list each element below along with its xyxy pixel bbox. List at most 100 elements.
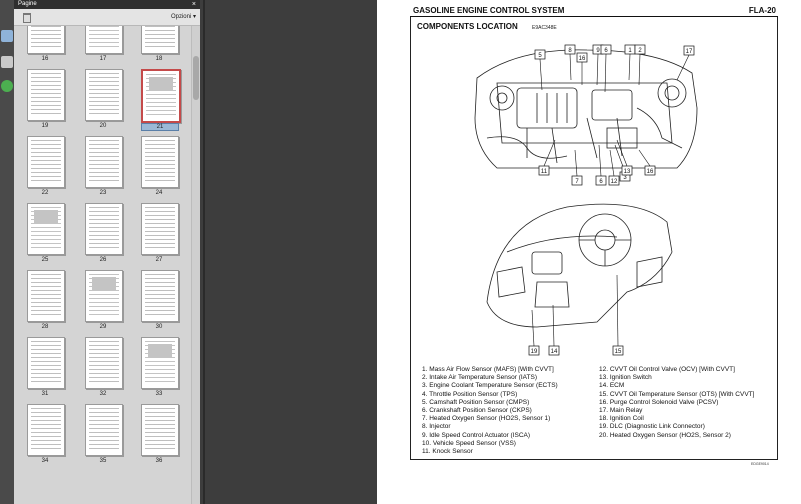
trash-icon[interactable]	[23, 13, 31, 23]
edit-icon[interactable]	[1, 56, 13, 68]
page-number[interactable]: 27	[141, 257, 177, 263]
page-code: FLA-20	[748, 6, 776, 15]
page-thumbnail[interactable]	[85, 69, 123, 121]
help-icon[interactable]	[1, 80, 13, 92]
thumbnail-preview	[145, 26, 175, 50]
page-number[interactable]: 35	[85, 458, 121, 464]
page-thumbnail[interactable]	[85, 203, 123, 255]
page-number[interactable]: 25	[27, 257, 63, 263]
legend-item: 11. Knock Sensor	[422, 448, 473, 456]
thumbnail-preview	[89, 140, 119, 184]
page-number[interactable]: 17	[85, 56, 121, 62]
thumbnail-preview	[31, 26, 61, 50]
thumbnail-preview	[89, 341, 119, 385]
page-number[interactable]: 24	[141, 190, 177, 196]
page-thumbnail[interactable]	[85, 270, 123, 322]
page-thumbnail[interactable]	[27, 203, 65, 255]
page-number[interactable]: 33	[141, 391, 177, 397]
legend-item: 9. Idle Speed Control Actuator (ISCA)	[422, 431, 531, 439]
close-icon[interactable]: ×	[192, 0, 196, 9]
page-number[interactable]: 29	[85, 324, 121, 330]
page-number[interactable]: 23	[85, 190, 121, 196]
legend-item: 19. DLC (Diagnostic Link Connector)	[599, 423, 705, 431]
legend-left: 1. Mass Air Flow Sensor (MAFS) [With CVV…	[422, 366, 558, 456]
header-title: GASOLINE ENGINE CONTROL SYSTEM	[413, 6, 565, 15]
page-thumbnail[interactable]	[27, 270, 65, 322]
page-thumbnail[interactable]	[27, 404, 65, 456]
page-number[interactable]: 26	[85, 257, 121, 263]
page-thumbnail[interactable]	[141, 270, 179, 322]
document-page: GASOLINE ENGINE CONTROL SYSTEM FLA-20 CO…	[377, 0, 801, 504]
page-number[interactable]: 16	[27, 56, 63, 62]
section-title: COMPONENTS LOCATION	[417, 22, 518, 31]
thumbnail-preview	[145, 140, 175, 184]
legend-item: 6. Crankshaft Position Sensor (CKPS)	[422, 407, 532, 415]
panel-title: Pagine	[18, 1, 37, 7]
page-number[interactable]: 21	[141, 123, 179, 131]
legend-item: 15. CVVT Oil Temperature Sensor (OTS) [W…	[599, 390, 755, 398]
navigation-toolbar	[0, 0, 15, 504]
legend-item: 18. Ignition Coil	[599, 415, 644, 423]
legend-item: 16. Purge Control Solenoid Valve (PCSV)	[599, 398, 719, 406]
thumbnail-preview	[31, 274, 61, 318]
legend-item: 4. Throttle Position Sensor (TPS)	[422, 390, 518, 398]
page-thumbnail[interactable]	[27, 26, 65, 54]
pages-icon[interactable]	[1, 30, 13, 42]
options-menu[interactable]: Opzioni ▾	[171, 13, 196, 20]
thumbnail-preview	[145, 274, 175, 318]
page-thumbnail[interactable]	[85, 136, 123, 188]
legend-item: 14. ECM	[599, 382, 625, 390]
page-thumbnail[interactable]	[27, 69, 65, 121]
page-thumbnail[interactable]	[27, 337, 65, 389]
page-thumbnail[interactable]	[141, 404, 179, 456]
page-number[interactable]: 34	[27, 458, 63, 464]
page-number[interactable]: 31	[27, 391, 63, 397]
thumbnail-preview	[89, 274, 119, 318]
thumbnail-preview	[31, 341, 61, 385]
page-number[interactable]: 20	[85, 123, 121, 129]
section-code: E9AC348E	[532, 25, 557, 31]
page-thumbnail[interactable]	[141, 26, 179, 54]
thumbnail-preview	[89, 408, 119, 452]
page-number[interactable]: 18	[141, 56, 177, 62]
scrollbar-thumb[interactable]	[193, 56, 199, 100]
panel-header: Pagine ×	[14, 0, 200, 9]
thumbnail-preview	[31, 408, 61, 452]
footer-code: EDGE9014	[751, 462, 769, 466]
splitter-line	[203, 0, 205, 504]
legend-item: 3. Engine Coolant Temperature Sensor (EC…	[422, 382, 558, 390]
legend-item: 8. Injector	[422, 423, 451, 431]
page-thumbnail[interactable]	[141, 203, 179, 255]
page-number[interactable]: 30	[141, 324, 177, 330]
page-thumbnail[interactable]	[27, 136, 65, 188]
legend-right: 12. CVVT Oil Control Valve (OCV) [With C…	[599, 366, 754, 440]
page-number[interactable]: 22	[27, 190, 63, 196]
thumbnail-preview	[89, 26, 119, 50]
page-thumbnail[interactable]	[141, 337, 179, 389]
legend-item: 12. CVVT Oil Control Valve (OCV) [With C…	[599, 366, 735, 373]
page-thumbnail[interactable]	[85, 337, 123, 389]
thumbnail-preview	[146, 74, 176, 118]
page-thumbnail[interactable]	[85, 404, 123, 456]
panel-toolbar: Opzioni ▾	[14, 9, 200, 26]
legend-item: 17. Main Relay	[599, 407, 643, 415]
page-thumbnail[interactable]	[141, 136, 179, 188]
legend-item: 10. Vehicle Speed Sensor (VSS)	[422, 439, 516, 447]
legend-item: 1. Mass Air Flow Sensor (MAFS) [With CVV…	[422, 366, 554, 373]
pages-panel: Pagine × Opzioni ▾ 16 17 18 19 20 21 22 23 24 25 2…	[14, 0, 200, 504]
scrollbar[interactable]	[191, 26, 200, 504]
splitter[interactable]	[200, 0, 377, 504]
thumbnail-list: 16 17 18 19 20 21 22 23 24 25 26 27 28 29 30 31 32 33 34 35…	[14, 26, 192, 504]
legend-item: 20. Heated Oxygen Sensor (HO2S, Sensor 2…	[599, 431, 731, 439]
thumbnail-preview	[31, 207, 61, 251]
page-number[interactable]: 36	[141, 458, 177, 464]
page-number[interactable]: 32	[85, 391, 121, 397]
thumbnail-preview	[89, 73, 119, 117]
legend-item: 5. Camshaft Position Sensor (CMPS)	[422, 398, 530, 406]
page-number[interactable]: 19	[27, 123, 63, 129]
page-number[interactable]: 28	[27, 324, 63, 330]
page-header: GASOLINE ENGINE CONTROL SYSTEM FLA-20	[410, 6, 778, 17]
page-thumbnail[interactable]	[85, 26, 123, 54]
thumbnail-preview	[145, 207, 175, 251]
page-thumbnail[interactable]	[141, 69, 181, 123]
